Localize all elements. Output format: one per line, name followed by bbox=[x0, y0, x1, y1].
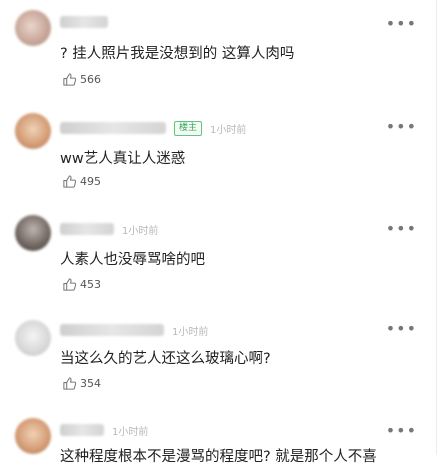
thumbs-up-icon bbox=[63, 278, 77, 291]
like-count: 495 bbox=[80, 175, 101, 188]
comment-time: 1小时前 bbox=[122, 225, 159, 237]
like-count: 566 bbox=[80, 73, 101, 86]
avatar[interactable] bbox=[15, 10, 51, 46]
like-button[interactable]: 566 bbox=[62, 72, 101, 87]
username-blurred[interactable] bbox=[60, 424, 104, 436]
like-button[interactable]: 453 bbox=[62, 277, 101, 292]
more-options-button[interactable]: ••• bbox=[386, 117, 417, 136]
comment-time: 1小时前 bbox=[172, 326, 209, 338]
username-blurred[interactable] bbox=[60, 324, 164, 336]
like-count: 453 bbox=[80, 278, 101, 291]
avatar[interactable] bbox=[15, 320, 51, 356]
avatar[interactable] bbox=[15, 113, 51, 149]
comment-text: 这种程度根本不是漫骂的程度吧? 就是那个人不喜 bbox=[60, 449, 377, 465]
more-options-button[interactable]: ••• bbox=[386, 14, 417, 33]
comment-time: 1小时前 bbox=[210, 124, 247, 136]
username-blurred[interactable] bbox=[60, 16, 108, 28]
thumbs-up-icon bbox=[63, 377, 77, 390]
thumbs-up-icon bbox=[63, 73, 77, 86]
avatar[interactable] bbox=[15, 418, 51, 454]
username-blurred[interactable] bbox=[60, 223, 114, 235]
more-options-button[interactable]: ••• bbox=[386, 219, 417, 238]
comment-text: ww艺人真让人迷惑 bbox=[60, 151, 186, 167]
like-count: 354 bbox=[80, 377, 101, 390]
more-options-button[interactable]: ••• bbox=[386, 319, 417, 338]
thumbs-up-icon bbox=[63, 175, 77, 188]
comment-time: 1小时前 bbox=[112, 426, 149, 438]
right-divider bbox=[436, 0, 437, 455]
avatar[interactable] bbox=[15, 215, 51, 251]
comment-text: ? 挂人照片我是没想到的 这算人肉吗 bbox=[60, 46, 295, 62]
more-options-button[interactable]: ••• bbox=[386, 421, 417, 440]
comment-text: 当这么久的艺人还这么玻璃心啊? bbox=[60, 351, 271, 367]
comment-text: 人素人也没辱骂啥的吧 bbox=[60, 252, 205, 268]
username-blurred[interactable] bbox=[60, 122, 166, 134]
op-badge: 楼主 bbox=[174, 120, 203, 136]
like-button[interactable]: 354 bbox=[62, 376, 101, 391]
like-button[interactable]: 495 bbox=[62, 174, 101, 189]
